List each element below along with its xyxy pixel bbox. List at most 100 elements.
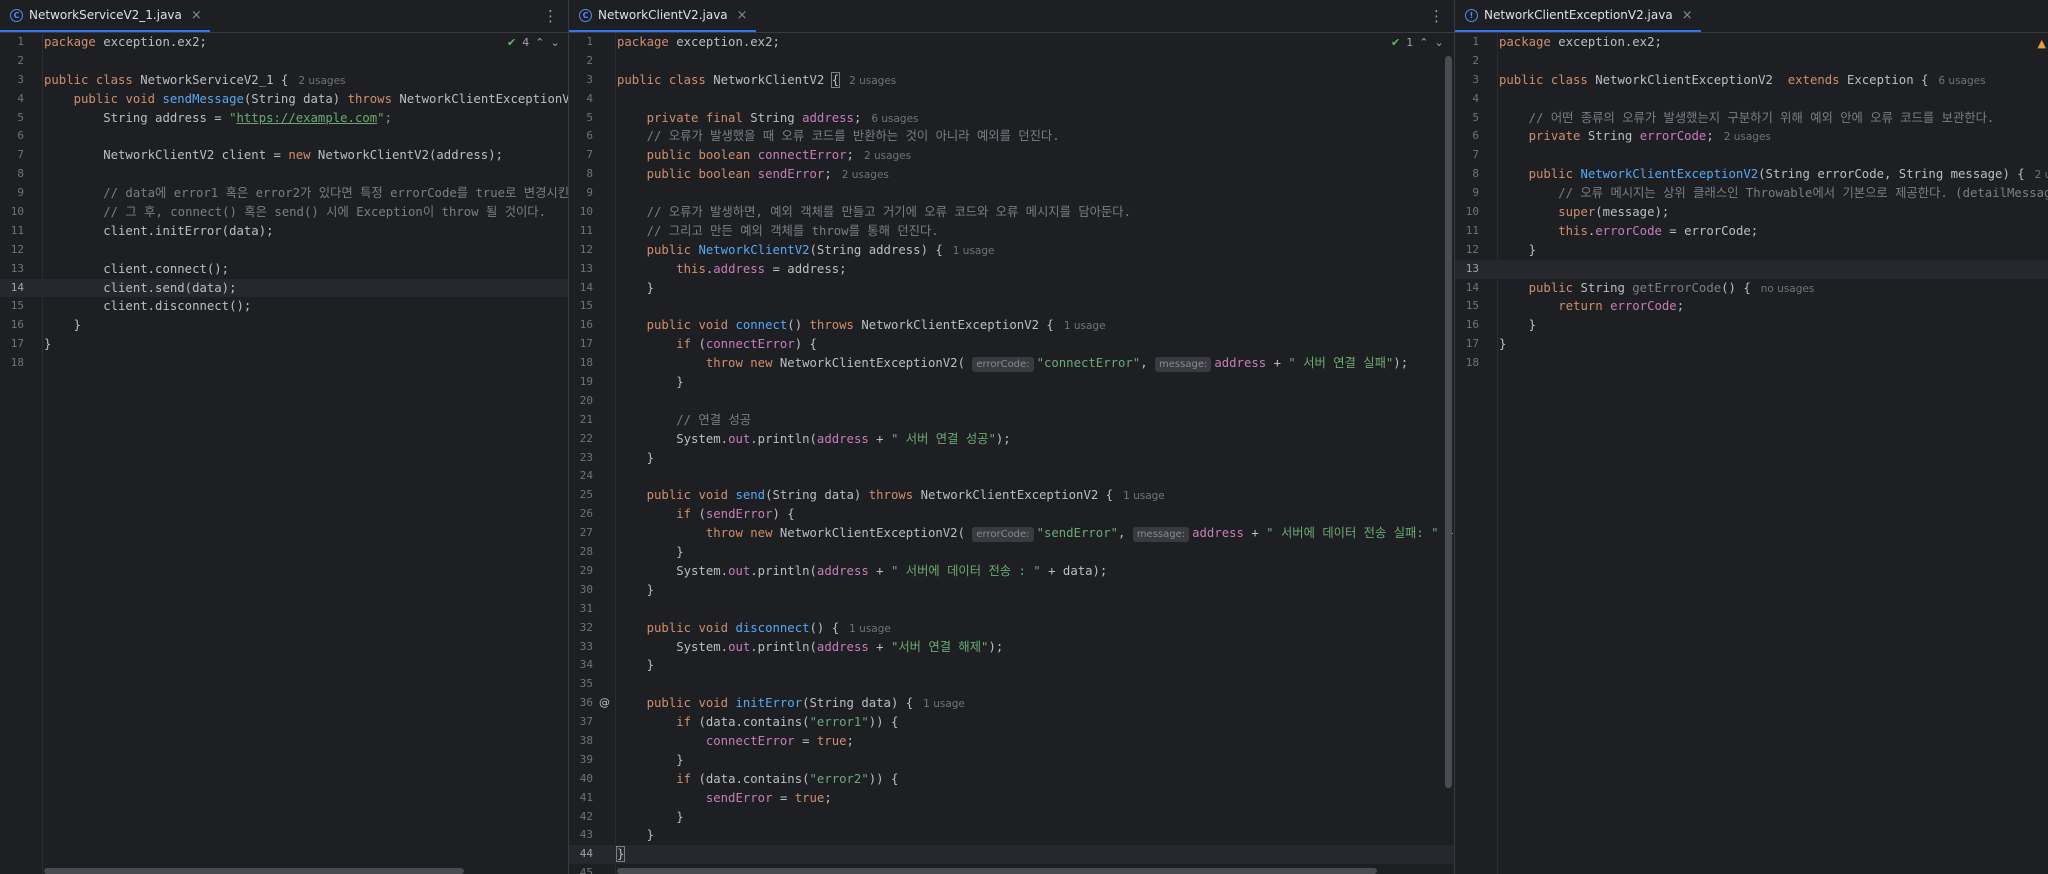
code-editor[interactable]: 1 package exception.ex2; 2 3 public class Ne… bbox=[569, 33, 1454, 874]
override-gutter-icon[interactable]: @ bbox=[599, 694, 610, 713]
code-line[interactable]: 23 } bbox=[569, 449, 1454, 468]
code-line[interactable]: 28 } bbox=[569, 543, 1454, 562]
code-line[interactable]: 13 bbox=[1455, 259, 2048, 279]
usage-hint[interactable]: 1 usage bbox=[1123, 490, 1165, 502]
code-line[interactable]: 17 if (connectError) { bbox=[569, 335, 1454, 354]
code-line[interactable]: 16 } bbox=[0, 316, 568, 335]
code-line[interactable]: 36 @ public void initError(String data) {… bbox=[569, 694, 1454, 713]
code-line[interactable]: 37 if (data.contains("error1")) { bbox=[569, 713, 1454, 732]
code-line[interactable]: 43 } bbox=[569, 826, 1454, 845]
code-line[interactable]: 5 String address = "https://example.com"… bbox=[0, 109, 568, 128]
horizontal-scrollbar[interactable] bbox=[617, 868, 1377, 874]
usage-hint[interactable]: 1 usage bbox=[1064, 320, 1106, 332]
tab-network-service[interactable]: C NetworkServiceV2_1.java × bbox=[0, 0, 210, 32]
code-line[interactable]: 14 } bbox=[569, 279, 1454, 298]
code-line[interactable]: 2 bbox=[0, 52, 568, 71]
usage-hint[interactable]: 6 usages bbox=[1938, 75, 1985, 87]
code-line[interactable]: 3 public class NetworkServiceV2_1 {2 usag… bbox=[0, 71, 568, 90]
code-line[interactable]: 5 private final String address; 6 usages bbox=[569, 109, 1454, 128]
code-line[interactable]: 26 if (sendError) { bbox=[569, 505, 1454, 524]
code-line[interactable]: 12 bbox=[0, 241, 568, 260]
code-line[interactable]: 17} bbox=[0, 335, 568, 354]
code-line[interactable]: 8 public NetworkClientExceptionV2(String… bbox=[1455, 165, 2048, 184]
code-line[interactable]: 15 bbox=[569, 297, 1454, 316]
code-editor[interactable]: 1 package exception.ex2; 2 3 public class Ne… bbox=[0, 33, 568, 874]
code-line[interactable]: 20 bbox=[569, 392, 1454, 411]
code-line[interactable]: 7 public boolean connectError; 2 usages bbox=[569, 146, 1454, 165]
code-line[interactable]: 32 public void disconnect() {1 usage bbox=[569, 619, 1454, 638]
more-options-icon[interactable]: ⋮ bbox=[1429, 7, 1444, 25]
code-line[interactable]: 34 } bbox=[569, 656, 1454, 675]
code-line[interactable]: 29 System.out.println(address + " 서버에 데이… bbox=[569, 562, 1454, 581]
code-line[interactable]: 18 throw new NetworkClientExceptionV2( e… bbox=[569, 354, 1454, 373]
code-line[interactable]: 11 client.initError(data); bbox=[0, 222, 568, 241]
code-line[interactable]: 3 public class NetworkClientExceptionV2 e… bbox=[1455, 71, 2048, 90]
code-line[interactable]: 11 this.errorCode = errorCode; bbox=[1455, 222, 2048, 241]
code-line[interactable]: 40 if (data.contains("error2")) { bbox=[569, 770, 1454, 789]
code-line[interactable]: 5 // 어떤 종류의 오류가 발생했는지 구분하기 위해 예외 안에 오류 코… bbox=[1455, 109, 2048, 128]
code-line[interactable]: 14 client.send(data); bbox=[0, 278, 568, 298]
code-line[interactable]: 18 bbox=[1455, 354, 2048, 373]
usage-hint[interactable]: 2 usages bbox=[849, 75, 896, 87]
code-line[interactable]: 9 // 오류 메시지는 상위 클래스인 Throwable에서 기본으로 제공… bbox=[1455, 184, 2048, 203]
tab-network-client-exception[interactable]: ! NetworkClientExceptionV2.java × bbox=[1455, 0, 1701, 32]
code-line[interactable]: 22 System.out.println(address + " 서버 연결 … bbox=[569, 430, 1454, 449]
code-line[interactable]: 10 // 그 후, connect() 혹은 send() 시에 Except… bbox=[0, 203, 568, 222]
code-line[interactable]: 21 // 연결 성공 bbox=[569, 411, 1454, 430]
code-line[interactable]: 15 client.disconnect(); bbox=[0, 297, 568, 316]
code-line[interactable]: 18 bbox=[0, 354, 568, 373]
code-line[interactable]: 1 package exception.ex2; bbox=[569, 33, 1454, 52]
code-line[interactable]: 11 // 그리고 만든 예외 객체를 throw를 통해 던진다. bbox=[569, 222, 1454, 241]
usage-hint[interactable]: no usages bbox=[1761, 283, 1815, 295]
code-line[interactable]: 17} bbox=[1455, 335, 2048, 354]
code-line[interactable]: 14 public String getErrorCode() {no usag… bbox=[1455, 279, 2048, 298]
usage-hint[interactable]: 1 usage bbox=[849, 623, 891, 635]
close-icon[interactable]: × bbox=[737, 8, 748, 23]
usage-hint[interactable]: 2 usages bbox=[864, 150, 911, 162]
code-line[interactable]: 9 bbox=[569, 184, 1454, 203]
code-line[interactable]: 27 throw new NetworkClientExceptionV2( e… bbox=[569, 524, 1454, 543]
usage-hint[interactable]: 1 usage bbox=[923, 698, 965, 710]
code-line[interactable]: 33 System.out.println(address + "서버 연결 해… bbox=[569, 638, 1454, 657]
code-line[interactable]: 15 return errorCode; bbox=[1455, 297, 2048, 316]
code-line[interactable]: 41 sendError = true; bbox=[569, 789, 1454, 808]
code-line[interactable]: 19 } bbox=[569, 373, 1454, 392]
more-options-icon[interactable]: ⋮ bbox=[543, 7, 558, 25]
code-line[interactable]: 12 public NetworkClientV2(String address… bbox=[569, 241, 1454, 260]
code-line[interactable]: 30 } bbox=[569, 581, 1454, 600]
usage-hint[interactable]: 6 usages bbox=[871, 113, 918, 125]
code-line[interactable]: 8 bbox=[0, 165, 568, 184]
code-line[interactable]: 42 } bbox=[569, 808, 1454, 827]
code-line[interactable]: 4 public void sendMessage(String data) t… bbox=[0, 90, 568, 109]
close-icon[interactable]: × bbox=[191, 8, 202, 23]
code-line[interactable]: 24 bbox=[569, 467, 1454, 486]
code-line[interactable]: 1 package exception.ex2; bbox=[1455, 33, 2048, 52]
code-line[interactable]: 13 this.address = address; bbox=[569, 260, 1454, 279]
code-line[interactable]: 9 // data에 error1 혹은 error2가 있다면 특정 erro… bbox=[0, 184, 568, 203]
code-line[interactable]: 6 private String errorCode; 2 usages bbox=[1455, 127, 2048, 146]
tab-network-client[interactable]: C NetworkClientV2.java × bbox=[569, 0, 756, 32]
code-line[interactable]: 7 bbox=[1455, 146, 2048, 165]
code-editor[interactable]: 1 package exception.ex2; 2 3 public class Ne… bbox=[1455, 33, 2048, 874]
usage-hint[interactable]: 2 usages bbox=[2035, 169, 2048, 181]
close-icon[interactable]: × bbox=[1682, 8, 1693, 23]
code-line[interactable]: 10 super(message); bbox=[1455, 203, 2048, 222]
code-line[interactable]: 4 bbox=[1455, 90, 2048, 109]
code-line[interactable]: 7 NetworkClientV2 client = new NetworkCl… bbox=[0, 146, 568, 165]
usage-hint[interactable]: 2 usages bbox=[842, 169, 889, 181]
code-line[interactable]: 4 bbox=[569, 90, 1454, 109]
code-line[interactable]: 25 public void send(String data) throws … bbox=[569, 486, 1454, 505]
code-line[interactable]: 6 // 오류가 발생했을 때 오류 코드를 반환하는 것이 아니라 예외를 던… bbox=[569, 127, 1454, 146]
code-line[interactable]: 31 bbox=[569, 600, 1454, 619]
horizontal-scrollbar[interactable] bbox=[44, 868, 464, 874]
code-line[interactable]: 2 bbox=[569, 52, 1454, 71]
code-line[interactable]: 16 } bbox=[1455, 316, 2048, 335]
code-line[interactable]: 39 } bbox=[569, 751, 1454, 770]
code-line[interactable]: 10 // 오류가 발생하면, 예외 객체를 만들고 거기에 오류 코드와 오류… bbox=[569, 203, 1454, 222]
code-line[interactable]: 44} bbox=[569, 845, 1454, 865]
code-line[interactable]: 3 public class NetworkClientV2 {2 usages bbox=[569, 71, 1454, 90]
code-line[interactable]: 2 bbox=[1455, 52, 2048, 71]
code-line[interactable]: 8 public boolean sendError; 2 usages bbox=[569, 165, 1454, 184]
code-line[interactable]: 12 } bbox=[1455, 241, 2048, 260]
code-line[interactable]: 13 client.connect(); bbox=[0, 260, 568, 279]
